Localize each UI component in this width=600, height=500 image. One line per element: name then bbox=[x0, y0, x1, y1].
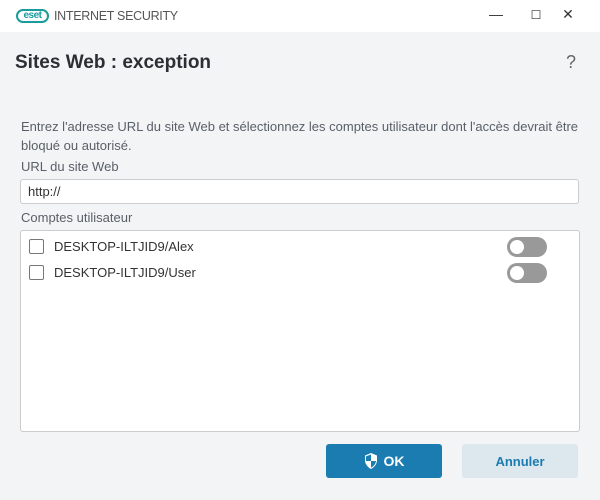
accounts-list: DESKTOP-ILTJID9/Alex DESKTOP-ILTJID9/Use… bbox=[20, 230, 580, 432]
accounts-label: Comptes utilisateur bbox=[21, 210, 133, 225]
access-toggle[interactable] bbox=[507, 263, 547, 283]
page-title: Sites Web : exception bbox=[15, 52, 212, 73]
eset-logo: eset bbox=[16, 9, 49, 23]
account-checkbox[interactable] bbox=[29, 265, 44, 280]
account-name: DESKTOP-ILTJID9/Alex bbox=[54, 239, 194, 254]
ok-button[interactable]: OK bbox=[326, 444, 442, 478]
access-toggle[interactable] bbox=[507, 237, 547, 257]
close-button[interactable]: ✕ bbox=[558, 6, 578, 23]
url-label: URL du site Web bbox=[21, 159, 119, 174]
shield-icon bbox=[364, 453, 377, 469]
maximize-button[interactable]: ☐ bbox=[526, 8, 546, 22]
ok-label: OK bbox=[383, 453, 405, 469]
title-bar: eset INTERNET SECURITY — ☐ ✕ bbox=[0, 0, 600, 32]
cancel-button[interactable]: Annuler bbox=[462, 444, 578, 478]
account-checkbox[interactable] bbox=[29, 239, 44, 254]
product-name: INTERNET SECURITY bbox=[54, 9, 178, 23]
help-icon[interactable]: ? bbox=[566, 52, 576, 73]
description: Entrez l'adresse URL du site Web et séle… bbox=[21, 119, 579, 153]
list-item: DESKTOP-ILTJID9/User bbox=[29, 263, 569, 283]
account-name: DESKTOP-ILTJID9/User bbox=[54, 265, 196, 280]
list-item: DESKTOP-ILTJID9/Alex bbox=[29, 237, 569, 257]
url-input[interactable] bbox=[20, 179, 579, 204]
minimize-button[interactable]: — bbox=[486, 6, 506, 22]
